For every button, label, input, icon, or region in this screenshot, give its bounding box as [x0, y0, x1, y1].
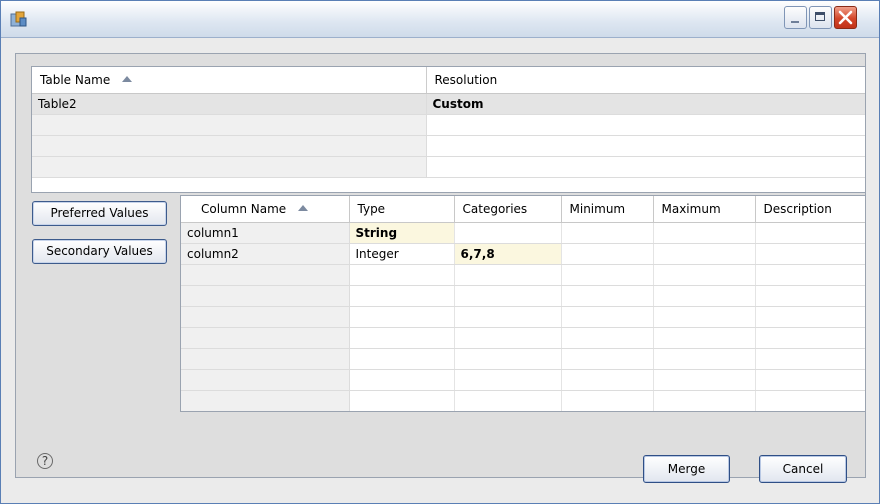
merge-dialog-window: Table Name Resolution Table2 Custom Pref…	[0, 0, 880, 504]
maximum-cell[interactable]	[653, 222, 756, 244]
maximize-button[interactable]	[809, 6, 832, 29]
type-cell[interactable]: Integer	[349, 243, 455, 265]
empty-row	[181, 327, 865, 349]
table-row[interactable]: column1 String	[181, 222, 865, 244]
empty-row	[181, 348, 865, 370]
column-header-categories[interactable]: Categories	[454, 196, 562, 223]
merge-group-panel: Table Name Resolution Table2 Custom Pref…	[15, 53, 866, 478]
empty-row	[32, 135, 865, 157]
column-name-cell[interactable]: column1	[181, 222, 350, 244]
column-header-maximum[interactable]: Maximum	[653, 196, 756, 223]
secondary-values-button[interactable]: Secondary Values	[32, 239, 167, 264]
dialog-body: Table Name Resolution Table2 Custom Pref…	[1, 38, 879, 503]
type-cell[interactable]: String	[349, 222, 455, 244]
empty-row	[181, 390, 865, 411]
empty-row	[181, 369, 865, 391]
empty-row	[181, 264, 865, 286]
description-cell[interactable]	[755, 243, 865, 265]
empty-row	[32, 114, 865, 136]
empty-row	[32, 156, 865, 178]
column-name-cell[interactable]: column2	[181, 243, 350, 265]
empty-row	[181, 285, 865, 307]
sort-ascending-icon	[122, 76, 133, 82]
merge-button[interactable]: Merge	[643, 455, 730, 483]
preferred-values-button[interactable]: Preferred Values	[32, 201, 167, 226]
column-header-column-name[interactable]: Column Name	[181, 196, 350, 223]
cancel-button[interactable]: Cancel	[759, 455, 847, 483]
column-header-table-name[interactable]: Table Name	[32, 67, 426, 94]
help-icon[interactable]: ?	[37, 453, 53, 469]
close-button[interactable]	[834, 6, 857, 29]
column-header-resolution[interactable]: Resolution	[425, 67, 865, 94]
resolution-cell[interactable]: Custom	[426, 93, 865, 115]
categories-cell[interactable]	[454, 222, 562, 244]
empty-row	[181, 412, 865, 413]
column-header-description[interactable]: Description	[755, 196, 865, 223]
sort-ascending-icon	[298, 205, 309, 211]
maximum-cell[interactable]	[653, 243, 756, 265]
column-header-minimum[interactable]: Minimum	[561, 196, 654, 223]
columns-grid: Column Name Type Categories Minimum Maxi…	[180, 195, 866, 412]
empty-row	[181, 306, 865, 328]
categories-cell[interactable]: 6,7,8	[454, 243, 562, 265]
table-row[interactable]: Table2 Custom	[32, 93, 865, 115]
minimize-button[interactable]	[784, 6, 807, 29]
app-icon	[9, 9, 29, 29]
table-row[interactable]: column2 Integer 6,7,8	[181, 243, 865, 265]
minimum-cell[interactable]	[561, 222, 654, 244]
table-name-cell[interactable]: Table2	[32, 93, 427, 115]
title-bar[interactable]	[1, 1, 879, 38]
close-icon	[838, 10, 853, 25]
column-header-type[interactable]: Type	[349, 196, 455, 223]
minimum-cell[interactable]	[561, 243, 654, 265]
tables-grid: Table Name Resolution Table2 Custom	[31, 66, 866, 193]
description-cell[interactable]	[755, 222, 865, 244]
